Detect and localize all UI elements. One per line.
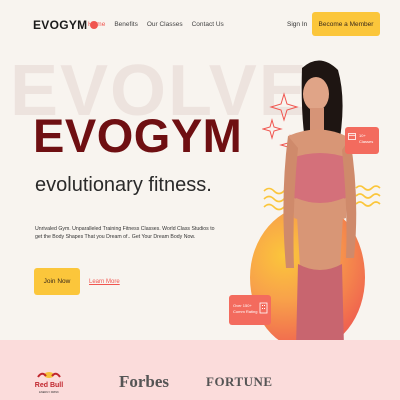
classes-badge: 10+ Classes	[345, 127, 379, 154]
athlete-image	[283, 60, 357, 348]
fortune-logo: FORTUNE	[206, 374, 273, 389]
join-now-button[interactable]: Join Now	[34, 268, 80, 295]
svg-text:ENERGY DRINK: ENERGY DRINK	[39, 390, 59, 394]
rating-badge: Over 150+ Comm Rating	[229, 295, 271, 325]
become-member-button[interactable]: Become a Member	[312, 12, 380, 36]
nav-links: Home Benefits Our Classes Contact Us	[88, 21, 224, 28]
hero-tagline: evolutionary fitness.	[35, 174, 212, 196]
forbes-logo: Forbes	[119, 372, 170, 391]
classes-badge-count: 10+	[359, 133, 366, 138]
hero-description: Unrivaled Gym. Unparalleled Training Fit…	[35, 226, 215, 241]
sign-in-link[interactable]: Sign In	[287, 21, 307, 28]
nav-link-contact-us[interactable]: Contact Us	[192, 21, 224, 28]
nav-link-our-classes[interactable]: Our Classes	[147, 21, 183, 28]
redbull-icon: Red Bull ENERGY DRINK	[35, 372, 63, 394]
classes-badge-label: Classes	[359, 139, 374, 144]
nav-link-benefits[interactable]: Benefits	[114, 21, 138, 28]
building-icon	[259, 302, 268, 314]
calendar-icon	[348, 133, 356, 140]
hero-title: EVOGYM	[33, 109, 243, 162]
nav-link-home[interactable]: Home	[88, 21, 105, 28]
svg-text:Red Bull: Red Bull	[35, 382, 63, 389]
learn-more-link[interactable]: Learn More	[89, 279, 120, 285]
logo-text: EVOGYM	[33, 18, 88, 32]
top-nav: EVOGYM Home Benefits Our Classes Contact…	[0, 0, 400, 50]
rating-badge-count: Over 150+	[233, 303, 252, 308]
redbull-logo: Red Bull ENERGY DRINK	[34, 367, 64, 400]
rating-badge-label: Comm Rating	[233, 309, 258, 314]
